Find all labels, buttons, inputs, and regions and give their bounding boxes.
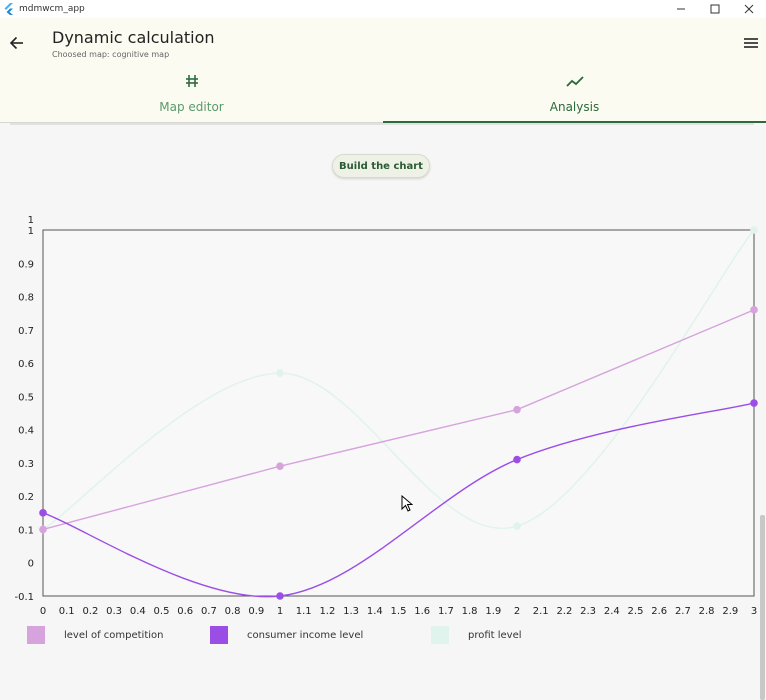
y-tick-label: 0.2 (18, 492, 34, 503)
hamburger-menu-icon (744, 38, 758, 48)
x-tick-label: 0.4 (130, 606, 146, 617)
x-tick-label: 1.9 (485, 606, 501, 617)
x-tick-label: 1.2 (319, 606, 335, 617)
x-tick-label: 1.1 (296, 606, 312, 617)
x-tick-label: 0.5 (154, 606, 170, 617)
x-tick-label: 1.5 (391, 606, 407, 617)
data-point[interactable] (39, 525, 47, 534)
x-tick-label: 0.9 (248, 606, 264, 617)
x-tick-label: 3 (751, 606, 757, 617)
y-tick-label: 0.7 (18, 326, 34, 337)
close-icon (744, 4, 754, 14)
line-chart: -0.100.10.20.30.40.50.60.70.80.911 0 0.1 0… (14, 215, 758, 617)
y-tick-label: 0.5 (18, 392, 34, 403)
legend-swatch (431, 626, 449, 644)
x-tick-label: 2 (514, 606, 520, 617)
x-tick-label: 0.2 (82, 606, 98, 617)
legend-label: consumer income level (247, 629, 364, 641)
data-point[interactable] (513, 522, 521, 530)
chart-legend: level of competition consumer income lev… (27, 626, 747, 646)
window-title-bar: mdmwcm_app (0, 0, 766, 18)
x-tick-label: 2.6 (651, 606, 667, 617)
divider (10, 123, 754, 125)
data-point[interactable] (276, 592, 284, 600)
y-tick-label: 0.4 (18, 426, 34, 437)
y-tick-label: 1 (28, 215, 34, 226)
legend-item: consumer income level (210, 626, 363, 644)
x-axis: 0 0.1 0.2 0.3 0.4 0.5 0.6 0.7 0.8 0.9 1 1.1 1.2 1.3 1.… (40, 606, 757, 617)
y-tick-label: 0.6 (18, 359, 34, 370)
x-tick-label: 0 (40, 606, 46, 617)
x-tick-label: 2.7 (675, 606, 691, 617)
x-tick-label: 2.5 (628, 606, 644, 617)
x-tick-label: 1 (277, 606, 283, 617)
tab-label: Analysis (549, 100, 600, 114)
minimize-icon (677, 8, 685, 10)
data-point[interactable] (39, 509, 47, 517)
x-tick-label: 1.4 (367, 606, 383, 617)
plot-area (42, 229, 755, 597)
tab-bar: Map editor Analysis (0, 68, 766, 123)
x-tick-label: 1.3 (343, 606, 359, 617)
x-tick-label: 1.7 (438, 606, 454, 617)
flutter-logo-icon (4, 3, 13, 15)
x-tick-label: 2.4 (604, 606, 620, 617)
page-title: Dynamic calculation (52, 28, 215, 47)
vertical-scrollbar[interactable] (760, 515, 765, 700)
x-tick-label: 0.8 (225, 606, 241, 617)
legend-item: level of competition (27, 626, 164, 644)
arrow-back-icon (9, 36, 23, 50)
x-tick-label: 0.1 (59, 606, 75, 617)
minimize-button[interactable] (664, 0, 698, 18)
data-point[interactable] (513, 455, 521, 464)
tab-analysis[interactable]: Analysis (383, 68, 766, 123)
close-button[interactable] (732, 0, 766, 18)
data-point[interactable] (276, 462, 284, 471)
y-axis: -0.1 0 0.1 0.2 0.3 0.4 0.5 0.6 0.7 0.8 0.9 11 (14, 215, 34, 603)
x-tick-label: 1.8 (462, 606, 478, 617)
legend-item: profit level (431, 626, 522, 644)
maximize-button[interactable] (698, 0, 732, 18)
x-tick-label: 2.3 (580, 606, 596, 617)
x-tick-label: 2.8 (699, 606, 715, 617)
y-tick-label: 0.9 (18, 259, 34, 270)
mouse-cursor-icon (401, 495, 413, 512)
legend-swatch (210, 626, 228, 644)
x-tick-label: 1.6 (414, 606, 430, 617)
data-point[interactable] (750, 306, 758, 314)
hash-icon (185, 75, 198, 87)
page-subtitle: Choosed map: cognitive map (52, 50, 170, 59)
x-tick-label: 2.2 (556, 606, 572, 617)
data-point[interactable] (750, 226, 758, 234)
data-point[interactable] (276, 369, 284, 377)
maximize-icon (710, 4, 720, 14)
tab-label: Map editor (159, 100, 224, 114)
back-button[interactable] (6, 32, 28, 54)
y-tick-label: 0.8 (18, 293, 34, 304)
y-tick-label: 1 (28, 226, 34, 237)
y-tick-label: 0 (28, 559, 34, 570)
x-tick-label: 2.9 (722, 606, 738, 617)
data-point[interactable] (750, 399, 758, 407)
build-chart-button[interactable]: Build the chart (332, 154, 430, 178)
x-tick-label: 0.7 (201, 606, 217, 617)
x-tick-label: 0.6 (177, 606, 193, 617)
x-tick-label: 0.3 (106, 606, 122, 617)
app-bar: Dynamic calculation Choosed map: cogniti… (0, 18, 766, 68)
trending-up-icon (565, 76, 584, 87)
menu-button[interactable] (740, 32, 762, 54)
legend-label: level of competition (64, 629, 164, 641)
window-title: mdmwcm_app (19, 4, 85, 14)
y-tick-label: -0.1 (14, 592, 34, 603)
data-point[interactable] (513, 405, 521, 414)
tab-map-editor[interactable]: Map editor (0, 68, 383, 122)
legend-label: profit level (468, 629, 522, 641)
legend-swatch (27, 626, 45, 644)
y-tick-label: 0.3 (18, 459, 34, 470)
x-tick-label: 2.1 (533, 606, 549, 617)
y-tick-label: 0.1 (18, 525, 34, 536)
